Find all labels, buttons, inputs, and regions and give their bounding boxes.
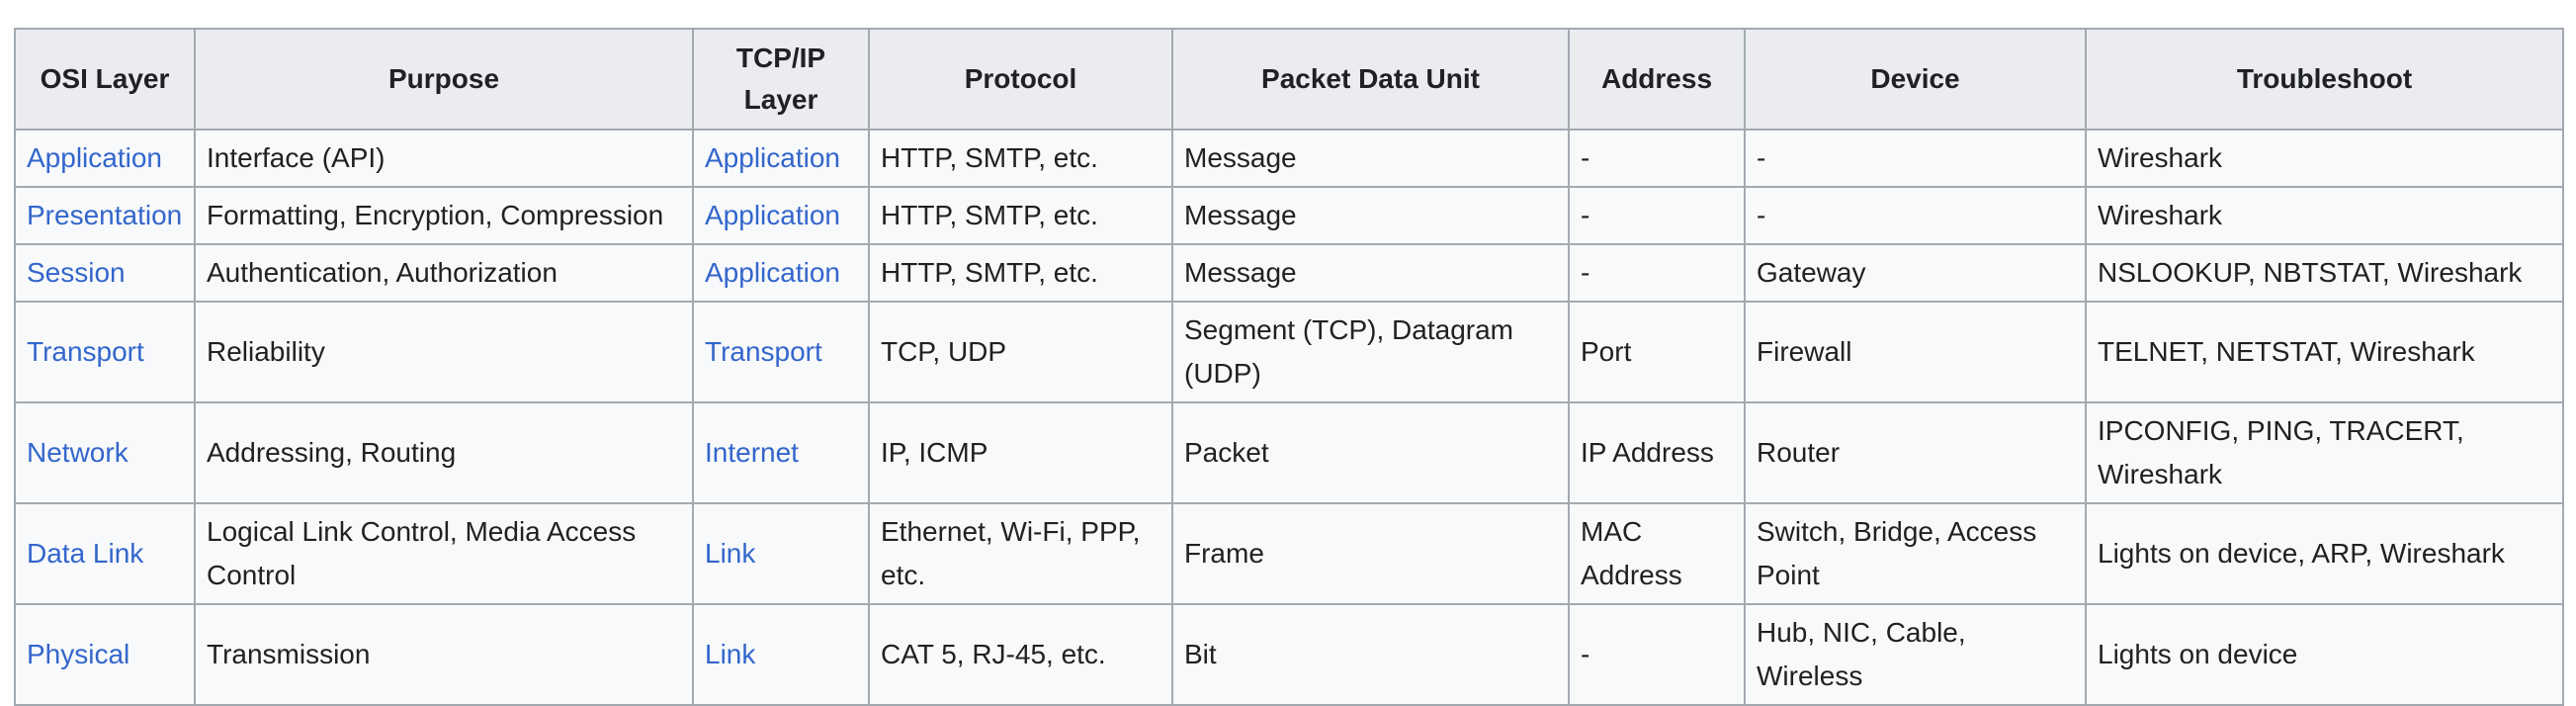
osi-layer-cell: Application [14, 129, 196, 188]
address-cell: IP Address [1568, 401, 1746, 504]
protocol-cell: HTTP, SMTP, etc. [868, 186, 1173, 245]
purpose-cell: Addressing, Routing [194, 401, 694, 504]
protocol-cell: IP, ICMP [868, 401, 1173, 504]
osi-layer-cell: Presentation [14, 186, 196, 245]
osi-model-table: OSI Layer Purpose TCP/IP Layer Protocol … [14, 28, 2564, 706]
tcpip-layer-link[interactable]: Application [705, 200, 840, 230]
purpose-cell: Transmission [194, 603, 694, 706]
pdu-cell: Segment (TCP), Datagram (UDP) [1171, 301, 1570, 403]
device-cell: - [1744, 186, 2087, 245]
address-cell: - [1568, 243, 1746, 303]
protocol-cell: TCP, UDP [868, 301, 1173, 403]
device-cell: Hub, NIC, Cable, Wireless [1744, 603, 2087, 706]
header-address: Address [1568, 28, 1746, 131]
device-cell: Router [1744, 401, 2087, 504]
protocol-cell: CAT 5, RJ-45, etc. [868, 603, 1173, 706]
osi-layer-link[interactable]: Network [27, 437, 129, 468]
address-cell: - [1568, 129, 1746, 188]
osi-layer-link[interactable]: Physical [27, 639, 129, 669]
troubleshoot-cell: Lights on device [2085, 603, 2564, 706]
tcpip-layer-cell: Application [692, 129, 870, 188]
tcpip-layer-link[interactable]: Transport [705, 336, 822, 367]
osi-layer-link[interactable]: Session [27, 257, 126, 288]
tcpip-layer-cell: Application [692, 243, 870, 303]
osi-table-container: OSI Layer Purpose TCP/IP Layer Protocol … [14, 28, 2564, 706]
tcpip-layer-cell: Link [692, 502, 870, 605]
osi-layer-cell: Session [14, 243, 196, 303]
purpose-cell: Interface (API) [194, 129, 694, 188]
osi-layer-cell: Physical [14, 603, 196, 706]
address-cell: - [1568, 603, 1746, 706]
tcpip-layer-link[interactable]: Application [705, 257, 840, 288]
osi-layer-link[interactable]: Application [27, 142, 162, 173]
address-cell: Port [1568, 301, 1746, 403]
table-row: Presentation Formatting, Encryption, Com… [14, 186, 2564, 245]
troubleshoot-cell: IPCONFIG, PING, TRACERT, Wireshark [2085, 401, 2564, 504]
tcpip-layer-link[interactable]: Link [705, 538, 755, 569]
pdu-cell: Bit [1171, 603, 1570, 706]
purpose-cell: Authentication, Authorization [194, 243, 694, 303]
header-device: Device [1744, 28, 2087, 131]
tcpip-layer-cell: Internet [692, 401, 870, 504]
tcpip-layer-cell: Application [692, 186, 870, 245]
table-row: Network Addressing, Routing Internet IP,… [14, 401, 2564, 504]
osi-layer-cell: Transport [14, 301, 196, 403]
pdu-cell: Message [1171, 186, 1570, 245]
purpose-cell: Formatting, Encryption, Compression [194, 186, 694, 245]
header-tcpip-layer: TCP/IP Layer [692, 28, 870, 131]
purpose-cell: Reliability [194, 301, 694, 403]
table-row: Data Link Logical Link Control, Media Ac… [14, 502, 2564, 605]
pdu-cell: Packet [1171, 401, 1570, 504]
tcpip-layer-cell: Transport [692, 301, 870, 403]
purpose-cell: Logical Link Control, Media Access Contr… [194, 502, 694, 605]
troubleshoot-cell: Wireshark [2085, 129, 2564, 188]
osi-layer-cell: Data Link [14, 502, 196, 605]
device-cell: Gateway [1744, 243, 2087, 303]
address-cell: - [1568, 186, 1746, 245]
header-packet-data-unit: Packet Data Unit [1171, 28, 1570, 131]
troubleshoot-cell: Lights on device, ARP, Wireshark [2085, 502, 2564, 605]
header-protocol: Protocol [868, 28, 1173, 131]
protocol-cell: HTTP, SMTP, etc. [868, 243, 1173, 303]
troubleshoot-cell: TELNET, NETSTAT, Wireshark [2085, 301, 2564, 403]
header-row: OSI Layer Purpose TCP/IP Layer Protocol … [14, 28, 2564, 131]
protocol-cell: HTTP, SMTP, etc. [868, 129, 1173, 188]
troubleshoot-cell: Wireshark [2085, 186, 2564, 245]
table-row: Physical Transmission Link CAT 5, RJ-45,… [14, 603, 2564, 706]
device-cell: - [1744, 129, 2087, 188]
pdu-cell: Frame [1171, 502, 1570, 605]
osi-layer-link[interactable]: Presentation [27, 200, 182, 230]
troubleshoot-cell: NSLOOKUP, NBTSTAT, Wireshark [2085, 243, 2564, 303]
tcpip-layer-link[interactable]: Link [705, 639, 755, 669]
tcpip-layer-link[interactable]: Internet [705, 437, 799, 468]
table-row: Transport Reliability Transport TCP, UDP… [14, 301, 2564, 403]
table-row: Application Interface (API) Application … [14, 129, 2564, 188]
pdu-cell: Message [1171, 243, 1570, 303]
header-troubleshoot: Troubleshoot [2085, 28, 2564, 131]
osi-layer-link[interactable]: Data Link [27, 538, 143, 569]
tcpip-layer-cell: Link [692, 603, 870, 706]
header-purpose: Purpose [194, 28, 694, 131]
device-cell: Firewall [1744, 301, 2087, 403]
osi-layer-link[interactable]: Transport [27, 336, 144, 367]
tcpip-layer-link[interactable]: Application [705, 142, 840, 173]
address-cell: MAC Address [1568, 502, 1746, 605]
protocol-cell: Ethernet, Wi-Fi, PPP, etc. [868, 502, 1173, 605]
table-row: Session Authentication, Authorization Ap… [14, 243, 2564, 303]
header-osi-layer: OSI Layer [14, 28, 196, 131]
pdu-cell: Message [1171, 129, 1570, 188]
device-cell: Switch, Bridge, Access Point [1744, 502, 2087, 605]
osi-layer-cell: Network [14, 401, 196, 504]
